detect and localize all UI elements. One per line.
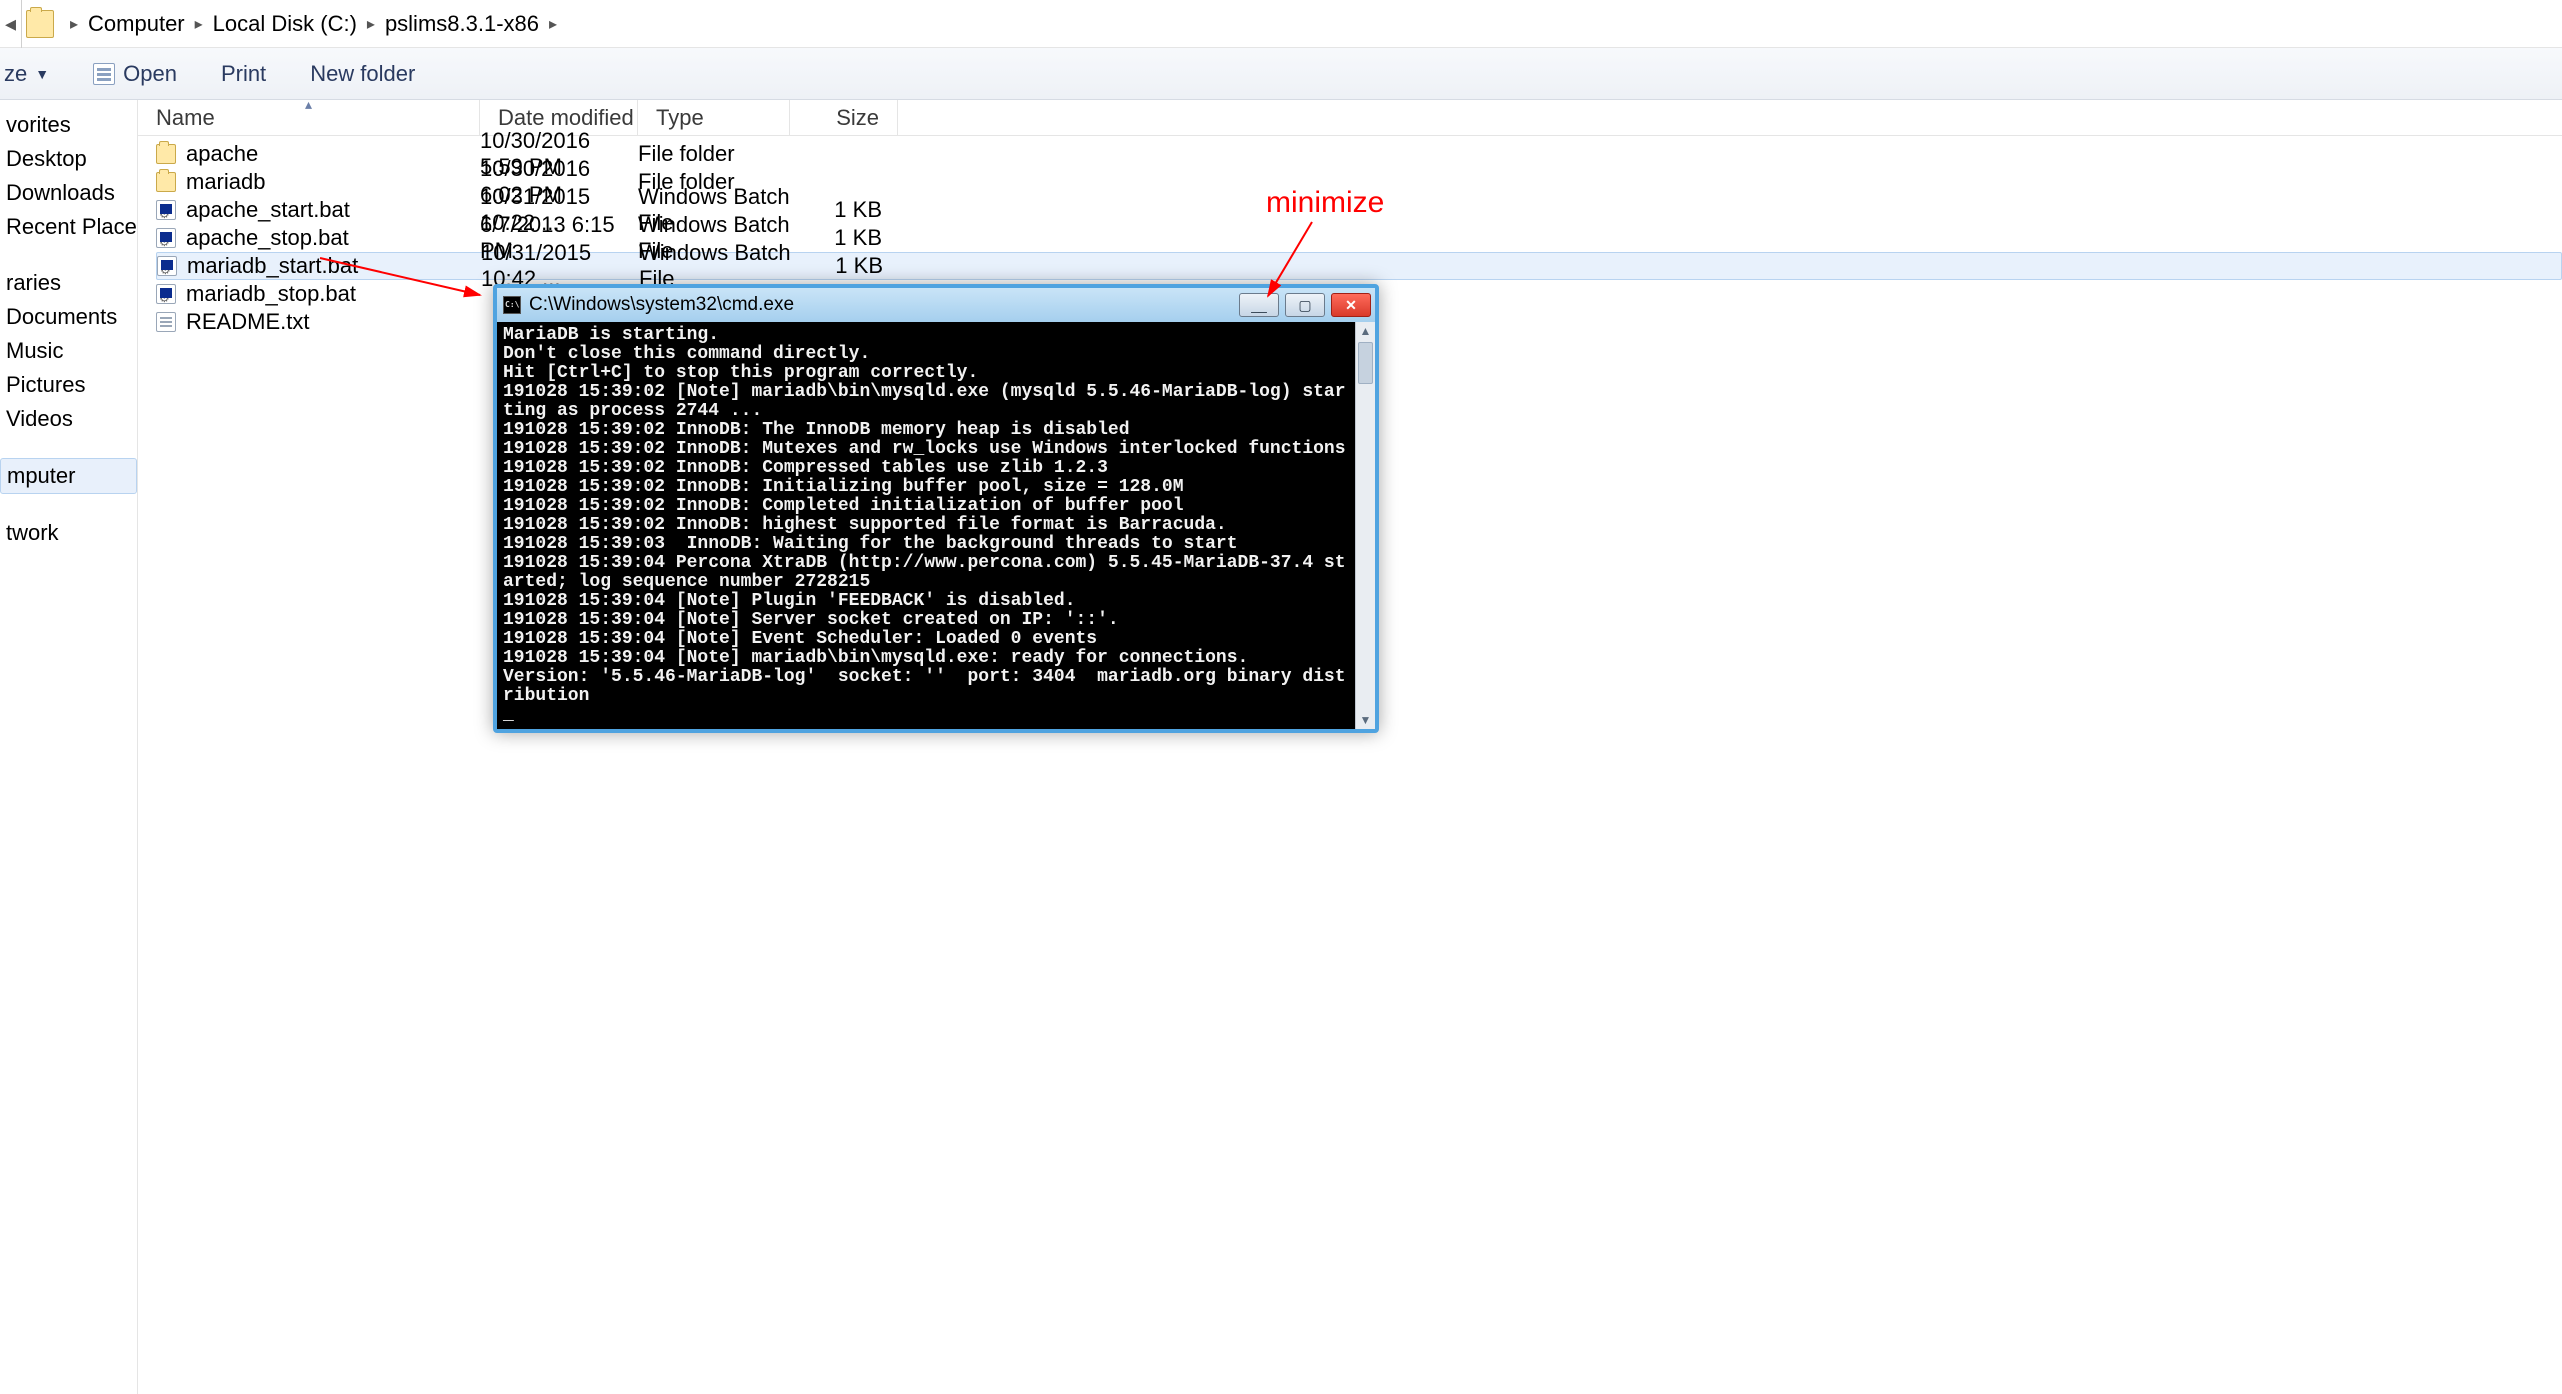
file-name: mariadb bbox=[186, 169, 265, 195]
sidebar-item-music[interactable]: Music bbox=[0, 334, 137, 368]
scroll-down-icon[interactable]: ▼ bbox=[1356, 711, 1375, 729]
open-icon bbox=[93, 63, 115, 85]
scroll-up-icon[interactable]: ▲ bbox=[1356, 322, 1375, 340]
crumb-localdisk[interactable]: Local Disk (C:) bbox=[213, 11, 357, 37]
batch-file-icon bbox=[156, 228, 176, 248]
column-headers: Name ▴ Date modified Type Size bbox=[138, 100, 2562, 136]
crumb-folder[interactable]: pslims8.3.1-x86 bbox=[385, 11, 539, 37]
chevron-right-icon[interactable]: ▸ bbox=[195, 14, 203, 34]
cmd-scrollbar[interactable]: ▲ ▼ bbox=[1355, 322, 1375, 729]
column-type[interactable]: Type bbox=[638, 100, 790, 135]
folder-icon bbox=[156, 172, 176, 192]
sidebar-item-videos[interactable]: Videos bbox=[0, 402, 137, 436]
organize-button[interactable]: ze ▼ bbox=[0, 57, 57, 91]
open-button[interactable]: Open bbox=[85, 57, 185, 91]
file-type: File folder bbox=[638, 141, 790, 167]
file-size: 1 KB bbox=[790, 197, 882, 223]
nav-back-chevron[interactable]: ◂ bbox=[0, 0, 22, 48]
file-name: apache_stop.bat bbox=[186, 225, 349, 251]
sort-ascending-icon: ▴ bbox=[305, 96, 312, 113]
column-name-label: Name bbox=[156, 105, 215, 131]
cmd-title-text: C:\Windows\system32\cmd.exe bbox=[529, 294, 1231, 316]
file-name: mariadb_stop.bat bbox=[186, 281, 356, 307]
file-size: 1 KB bbox=[790, 225, 882, 251]
batch-file-icon bbox=[156, 284, 176, 304]
sidebar-item-desktop[interactable]: Desktop bbox=[0, 142, 137, 176]
newfolder-button[interactable]: New folder bbox=[302, 57, 423, 91]
cmd-titlebar[interactable]: C:\Windows\system32\cmd.exe __ ▢ ✕ bbox=[497, 288, 1375, 322]
column-size[interactable]: Size bbox=[790, 100, 898, 135]
close-button[interactable]: ✕ bbox=[1331, 293, 1371, 317]
sidebar-item-downloads[interactable]: Downloads bbox=[0, 176, 137, 210]
print-label: Print bbox=[221, 61, 266, 87]
organize-label: ze bbox=[4, 61, 27, 87]
cmd-window[interactable]: C:\Windows\system32\cmd.exe __ ▢ ✕ Maria… bbox=[493, 284, 1379, 733]
folder-icon bbox=[156, 144, 176, 164]
sidebar-item-favorites[interactable]: vorites bbox=[0, 108, 137, 142]
address-bar: ◂ ▸ Computer ▸ Local Disk (C:) ▸ pslims8… bbox=[0, 0, 2562, 48]
annotation-minimize-label: minimize bbox=[1266, 186, 1384, 220]
sidebar-item-libraries[interactable]: raries bbox=[0, 266, 137, 300]
file-name: apache bbox=[186, 141, 258, 167]
cmd-output: MariaDB is starting. Don't close this co… bbox=[497, 322, 1355, 729]
chevron-right-icon[interactable]: ▸ bbox=[367, 14, 375, 34]
file-size: 1 KB bbox=[791, 253, 883, 279]
sidebar-item-pictures[interactable]: Pictures bbox=[0, 368, 137, 402]
file-row[interactable]: mariadb_start.bat10/31/2015 10:42 ...Win… bbox=[156, 252, 2562, 280]
cmd-icon bbox=[503, 296, 521, 314]
minimize-button[interactable]: __ bbox=[1239, 293, 1279, 317]
sidebar-item-computer[interactable]: mputer bbox=[0, 458, 137, 494]
file-name: README.txt bbox=[186, 309, 309, 335]
column-name[interactable]: Name ▴ bbox=[138, 100, 480, 135]
scroll-thumb[interactable] bbox=[1358, 342, 1373, 384]
column-date[interactable]: Date modified bbox=[480, 100, 638, 135]
crumb-computer[interactable]: Computer bbox=[88, 11, 185, 37]
batch-file-icon bbox=[156, 200, 176, 220]
print-button[interactable]: Print bbox=[213, 57, 274, 91]
sidebar-item-documents[interactable]: Documents bbox=[0, 300, 137, 334]
batch-file-icon bbox=[157, 256, 177, 276]
chevron-right-icon[interactable]: ▸ bbox=[70, 14, 78, 34]
sidebar-item-recentplaces[interactable]: Recent Places bbox=[0, 210, 137, 244]
file-name: mariadb_start.bat bbox=[187, 253, 358, 279]
sidebar-item-network[interactable]: twork bbox=[0, 516, 137, 550]
sidebar: vorites Desktop Downloads Recent Places … bbox=[0, 100, 138, 1394]
file-name: apache_start.bat bbox=[186, 197, 350, 223]
folder-icon bbox=[26, 10, 54, 38]
toolbar: ze ▼ Open Print New folder bbox=[0, 48, 2562, 100]
newfolder-label: New folder bbox=[310, 61, 415, 87]
text-file-icon bbox=[156, 312, 176, 332]
chevron-right-icon[interactable]: ▸ bbox=[549, 14, 557, 34]
open-label: Open bbox=[123, 61, 177, 87]
chevron-down-icon: ▼ bbox=[35, 66, 49, 82]
maximize-button[interactable]: ▢ bbox=[1285, 293, 1325, 317]
